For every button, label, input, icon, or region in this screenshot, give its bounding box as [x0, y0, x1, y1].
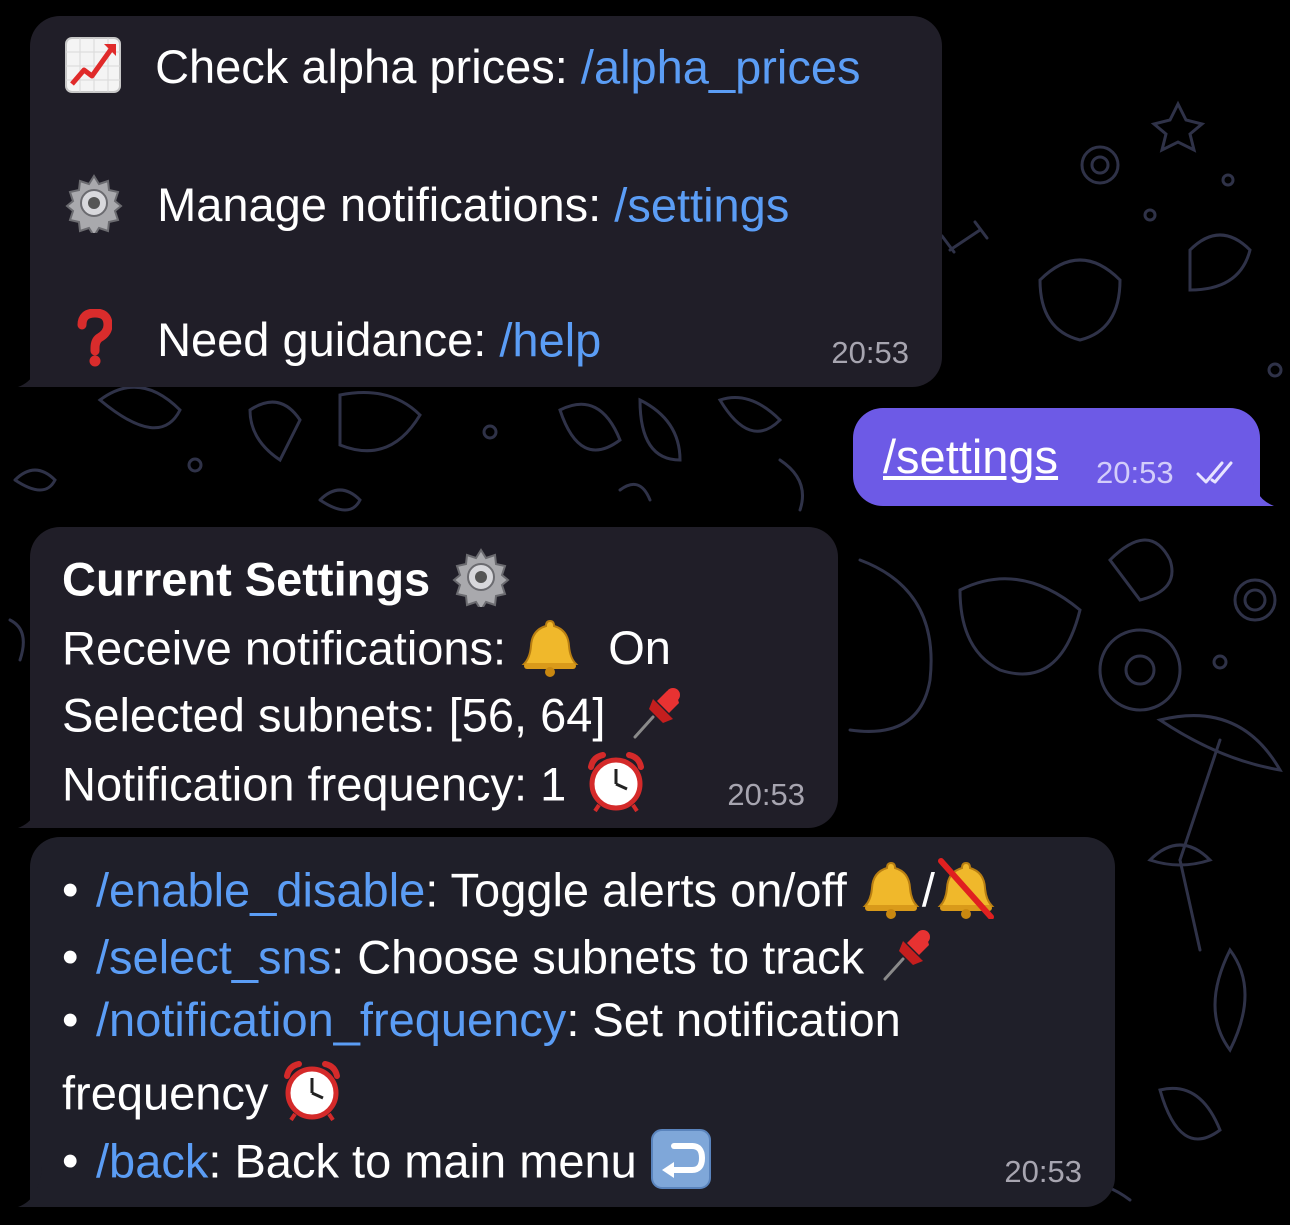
message-bubble-outgoing-settings: /settings 20:53 — [853, 408, 1274, 506]
settings-title-text: Current Settings — [62, 552, 431, 606]
select-sns-description: : Choose subnets to track — [331, 930, 878, 984]
bullet: • — [62, 993, 79, 1046]
command-item-enable-disable: • /enable_disable: Toggle alerts on/off / — [62, 857, 997, 931]
question-mark-icon — [64, 308, 124, 379]
back-description: : Back to main menu — [208, 1134, 650, 1188]
bell-icon — [860, 857, 922, 931]
gear-icon — [451, 547, 511, 619]
chart-increasing-icon — [64, 36, 122, 106]
help-command-link[interactable]: /help — [499, 313, 601, 366]
command-item-select-sns: • /select_sns: Choose subnets to track — [62, 925, 937, 997]
menu-line-settings: Manage notifications: /settings — [64, 173, 789, 245]
selected-subnets-label: Selected subnets: [56, 64] — [62, 688, 606, 742]
command-item-back: • /back: Back to main menu — [62, 1128, 712, 1202]
enable-disable-description: : Toggle alerts on/off — [425, 863, 860, 917]
message-time: 20:53 — [1096, 455, 1174, 490]
command-item-notification-frequency: • /notification_frequency: Set notificati… — [62, 992, 901, 1048]
notification-frequency-command-link[interactable]: /notification_frequency — [96, 993, 566, 1046]
back-command-link[interactable]: /back — [96, 1134, 208, 1187]
receive-notifications-label: Receive notifications: — [62, 621, 520, 675]
pushpin-icon — [877, 925, 937, 997]
notification-frequency-description: : Set notification — [566, 993, 901, 1046]
alarm-clock-icon — [585, 751, 647, 825]
notification-frequency-description-cont: frequency — [62, 1060, 343, 1134]
receive-notifications-line: Receive notifications: On — [62, 615, 671, 689]
menu-line-help: Need guidance: /help — [64, 308, 601, 379]
outgoing-settings-command[interactable]: /settings — [883, 429, 1058, 485]
notification-frequency-line: Notification frequency: 1 — [62, 751, 647, 825]
notification-frequency-label: Notification frequency: 1 — [62, 757, 567, 811]
message-bubble-settings-commands: • /enable_disable: Toggle alerts on/off /… — [18, 837, 1115, 1207]
alpha-prices-label: Check alpha prices: — [155, 40, 581, 94]
menu-line-alpha-prices: Check alpha prices: /alpha_prices — [64, 36, 860, 106]
bell-icon — [519, 615, 581, 689]
bullet: • — [62, 930, 79, 984]
bubble-tail — [18, 1167, 58, 1207]
settings-title: Current Settings — [62, 547, 511, 619]
receive-notifications-value: On — [608, 621, 671, 675]
enable-disable-command-link[interactable]: /enable_disable — [96, 863, 425, 916]
bell-separator: / — [921, 863, 935, 917]
return-arrow-icon — [650, 1128, 712, 1202]
message-bubble-current-settings: Current Settings Receive notifications: … — [18, 527, 838, 828]
gear-icon — [64, 173, 124, 245]
read-receipt-double-check-icon — [1195, 460, 1237, 491]
message-time: 20:53 — [1004, 1154, 1082, 1189]
settings-label: Manage notifications: — [157, 178, 615, 232]
bell-slash-icon — [935, 857, 997, 931]
message-time: 20:53 — [831, 335, 909, 370]
bubble-tail — [18, 788, 58, 828]
bubble-tail — [1234, 466, 1274, 506]
alpha-prices-command-link[interactable]: /alpha_prices — [581, 40, 861, 93]
message-time: 20:53 — [727, 777, 805, 812]
alarm-clock-icon — [281, 1060, 343, 1134]
pushpin-icon — [627, 683, 687, 755]
bubble-tail — [18, 347, 58, 387]
bullet: • — [62, 863, 79, 917]
frequency-word: frequency — [62, 1066, 282, 1120]
bullet: • — [62, 1134, 79, 1188]
help-label: Need guidance: — [157, 313, 500, 367]
selected-subnets-line: Selected subnets: [56, 64] — [62, 683, 687, 755]
settings-command-link[interactable]: /settings — [614, 178, 789, 231]
message-bubble-menu: Check alpha prices: /alpha_prices Manage… — [18, 16, 942, 387]
select-sns-command-link[interactable]: /select_sns — [96, 930, 331, 983]
